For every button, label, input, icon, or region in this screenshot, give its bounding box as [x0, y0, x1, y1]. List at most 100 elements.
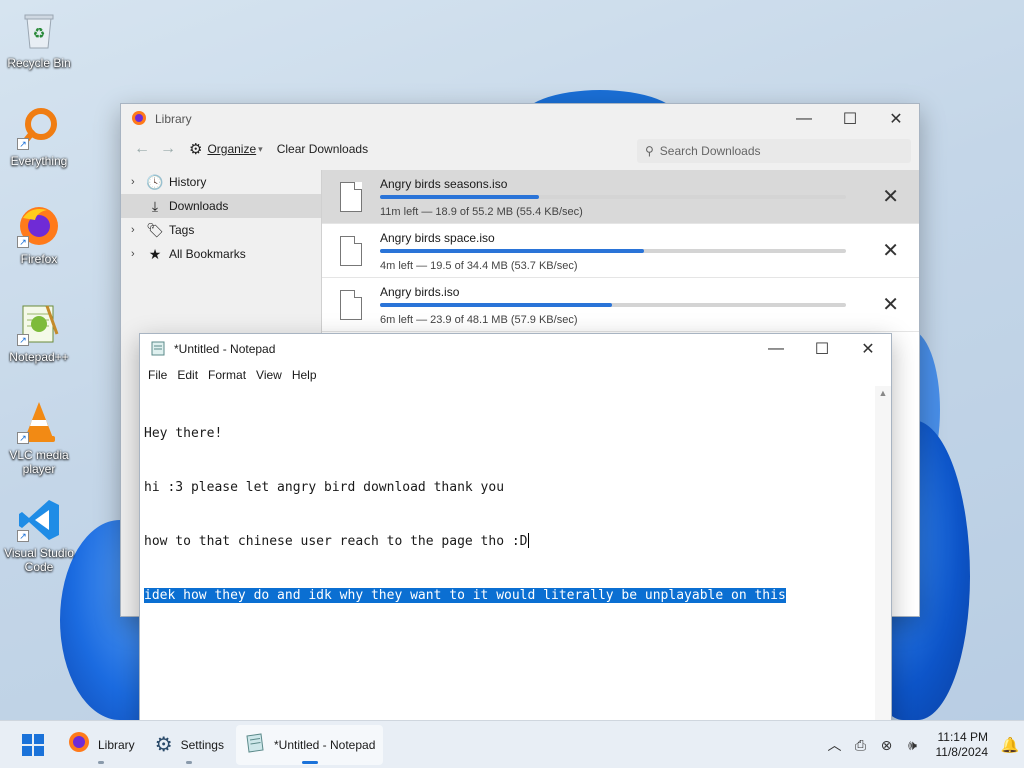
file-icon [340, 236, 362, 266]
shortcut-arrow-icon: ↗ [17, 236, 29, 248]
desktop-icon-vscode[interactable]: ↗ Visual Studio Code [4, 498, 74, 574]
firefox-icon [131, 110, 147, 129]
maximize-button[interactable]: ☐ [827, 104, 873, 134]
active-indicator [301, 760, 318, 764]
text-line: Hey there! [144, 426, 223, 441]
clear-downloads-button[interactable]: Clear Downloads [277, 142, 368, 156]
tray-app-icon[interactable]: ⎙ [848, 737, 874, 754]
download-progress-bar [380, 249, 846, 253]
shortcut-arrow-icon: ↗ [17, 432, 29, 444]
firefox-icon: ↗ [17, 204, 61, 248]
svg-text:♻: ♻ [33, 25, 46, 41]
file-icon [340, 182, 362, 212]
desktop-icon-vlc[interactable]: ↗ VLC media player [4, 400, 74, 476]
clock-icon: 🕓 [146, 173, 164, 190]
download-status: 4m left — 19.5 of 34.4 MB (53.7 KB/sec) [380, 260, 578, 272]
text-line: how to that chinese user reach to the pa… [144, 533, 529, 549]
firefox-icon [68, 731, 90, 759]
notepad-text-area[interactable]: Hey there! hi :3 please let angry bird d… [140, 386, 875, 732]
notepad-window: *Untitled - Notepad — ☐ ✕ File Edit Form… [139, 333, 892, 733]
chevron-right-icon[interactable]: › [131, 248, 145, 260]
minimize-button[interactable]: — [781, 104, 827, 134]
tag-icon: 🏷 [146, 221, 164, 238]
clock-time: 11:14 PM [937, 730, 988, 744]
download-icon: ⤓ [151, 197, 159, 214]
notepad-window-controls: — ☐ ✕ [753, 334, 891, 364]
chevron-up-icon[interactable]: ︿ [822, 735, 848, 755]
menu-view[interactable]: View [251, 368, 287, 382]
download-filename: Angry birds space.iso [380, 231, 495, 245]
download-status: 11m left — 18.9 of 55.2 MB (55.4 KB/sec) [380, 206, 583, 218]
text-line: hi :3 please let angry bird download tha… [144, 480, 505, 495]
sidebar-item-label: History [169, 175, 207, 189]
download-filename: Angry birds seasons.iso [380, 177, 508, 191]
selected-text-line: idek how they do and idk why they want t… [144, 588, 786, 603]
library-window-controls: — ☐ ✕ [781, 104, 919, 134]
forward-arrow-icon[interactable]: → [155, 140, 181, 158]
sidebar-item-tags[interactable]: › 🏷 Tags [121, 218, 321, 242]
system-tray: ︿ ⎙ ⊗ 🕪 11:14 PM 11/8/2024 🔔 [822, 721, 1024, 768]
scroll-up-arrow-icon[interactable]: ▲ [875, 388, 891, 398]
notepad-icon [244, 731, 266, 759]
download-filename: Angry birds.iso [380, 285, 460, 299]
desktop-icon-everything[interactable]: ↗ Everything [4, 106, 74, 168]
clock[interactable]: 11:14 PM 11/8/2024 [936, 730, 989, 760]
shortcut-arrow-icon: ↗ [17, 334, 29, 346]
taskbar-item-library[interactable]: Library [60, 725, 143, 765]
download-status: 6m left — 23.9 of 48.1 MB (57.9 KB/sec) [380, 314, 578, 326]
notepad-title: *Untitled - Notepad [174, 342, 276, 356]
desktop-icon-notepad-plus-plus[interactable]: ↗ Notepad++ [4, 302, 74, 364]
library-title: Library [155, 112, 192, 126]
taskbar-item-notepad[interactable]: *Untitled - Notepad [235, 724, 384, 765]
text-caret [527, 533, 529, 548]
cancel-download-icon[interactable]: ✕ [882, 184, 899, 209]
cancel-download-icon[interactable]: ✕ [882, 238, 899, 263]
notepad-icon [150, 340, 166, 359]
download-item[interactable]: Angry birds space.iso 4m left — 19.5 of … [322, 224, 919, 278]
desktop-icon-firefox[interactable]: ↗ Firefox [4, 204, 74, 266]
start-button[interactable] [10, 725, 56, 765]
download-progress-bar [380, 303, 846, 307]
sidebar-item-all-bookmarks[interactable]: › ★ All Bookmarks [121, 242, 321, 266]
notification-bell-icon[interactable]: 🔔 [996, 736, 1024, 754]
menu-format[interactable]: Format [203, 368, 251, 382]
vertical-scrollbar[interactable]: ▲ [875, 386, 891, 732]
minimize-button[interactable]: — [753, 334, 799, 364]
organize-label: Organize [207, 142, 257, 156]
volume-icon[interactable]: 🕪 [900, 737, 926, 754]
network-icon[interactable]: ⊗ [874, 737, 900, 754]
close-button[interactable]: ✕ [873, 104, 919, 134]
cancel-download-icon[interactable]: ✕ [882, 292, 899, 317]
file-icon [340, 290, 362, 320]
recycle-bin-icon: ♻ [17, 8, 61, 52]
menu-help[interactable]: Help [287, 368, 322, 382]
download-item[interactable]: Angry birds seasons.iso 11m left — 18.9 … [322, 170, 919, 224]
download-progress-bar [380, 195, 846, 199]
running-indicator [186, 760, 193, 764]
shortcut-arrow-icon: ↗ [17, 530, 29, 542]
menu-file[interactable]: File [143, 368, 172, 382]
sidebar-item-downloads[interactable]: ⤓ Downloads [121, 194, 321, 218]
notepad-menubar: File Edit Format View Help [140, 364, 891, 386]
chevron-right-icon[interactable]: › [131, 176, 145, 188]
search-downloads-input[interactable]: ⚲ Search Downloads [637, 139, 911, 163]
search-placeholder: Search Downloads [659, 144, 761, 158]
menu-edit[interactable]: Edit [172, 368, 203, 382]
search-icon: ↗ [17, 106, 61, 150]
taskbar-item-settings[interactable]: ⚙ Settings [147, 725, 232, 765]
maximize-button[interactable]: ☐ [799, 334, 845, 364]
back-arrow-icon[interactable]: ← [129, 140, 155, 158]
organize-button[interactable]: ⚙ Organize ▾ [189, 140, 263, 158]
chevron-right-icon[interactable]: › [131, 224, 145, 236]
vscode-icon: ↗ [17, 498, 61, 542]
taskbar-item-label: *Untitled - Notepad [273, 737, 376, 752]
notepad-plus-plus-icon: ↗ [17, 302, 61, 346]
close-button[interactable]: ✕ [845, 334, 891, 364]
download-item[interactable]: Angry birds.iso 6m left — 23.9 of 48.1 M… [322, 278, 919, 332]
chevron-down-icon: ▾ [258, 143, 263, 154]
sidebar-item-history[interactable]: › 🕓 History [121, 170, 321, 194]
vlc-cone-icon: ↗ [17, 400, 61, 444]
search-icon: ⚲ [645, 144, 654, 158]
desktop-icon-recycle-bin[interactable]: ♻ Recycle Bin [4, 8, 74, 70]
running-indicator [98, 760, 105, 764]
